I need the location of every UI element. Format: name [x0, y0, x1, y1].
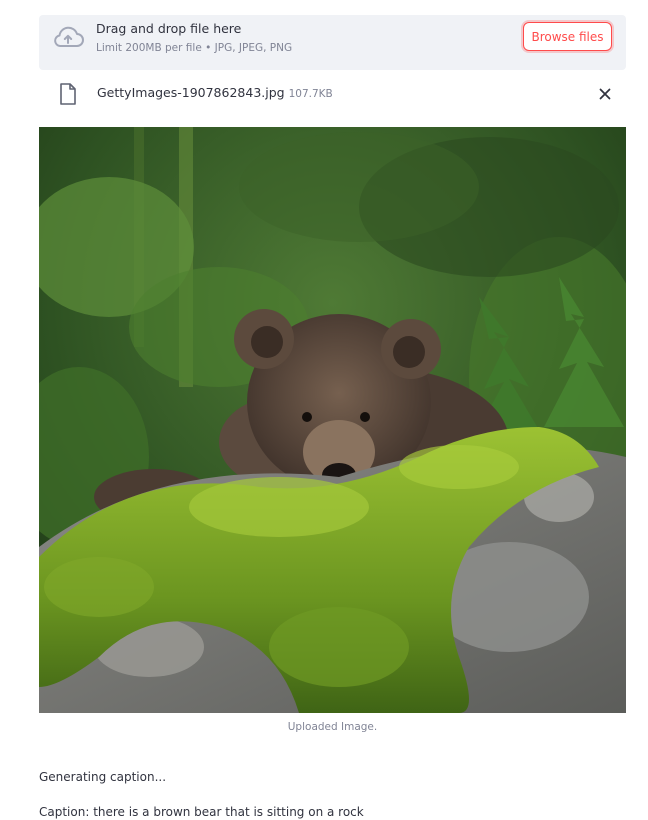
- remove-file-button[interactable]: [595, 84, 615, 104]
- cloud-upload-icon: [54, 26, 84, 47]
- uploaded-file-row: GettyImages-1907862843.jpg 107.7KB: [39, 77, 626, 111]
- status-text: Generating caption...: [39, 770, 167, 784]
- file-name-text: GettyImages-1907862843.jpg: [97, 85, 285, 100]
- browse-files-button[interactable]: Browse files: [523, 22, 612, 51]
- file-size: 107.7KB: [288, 88, 333, 100]
- uploaded-image: [39, 127, 626, 713]
- dropzone-title: Drag and drop file here: [96, 21, 242, 36]
- generated-caption-text: Caption: there is a brown bear that is s…: [39, 805, 364, 819]
- file-dropzone[interactable]: Drag and drop file here Limit 200MB per …: [39, 15, 626, 70]
- file-name: GettyImages-1907862843.jpg 107.7KB: [97, 85, 333, 100]
- image-caption: Uploaded Image.: [287, 721, 378, 733]
- close-icon: [599, 88, 611, 100]
- file-icon: [60, 83, 76, 105]
- bear-photo: [39, 127, 626, 713]
- dropzone-limit-text: Limit 200MB per file • JPG, JPEG, PNG: [96, 42, 293, 54]
- app-page: Drag and drop file here Limit 200MB per …: [0, 0, 648, 820]
